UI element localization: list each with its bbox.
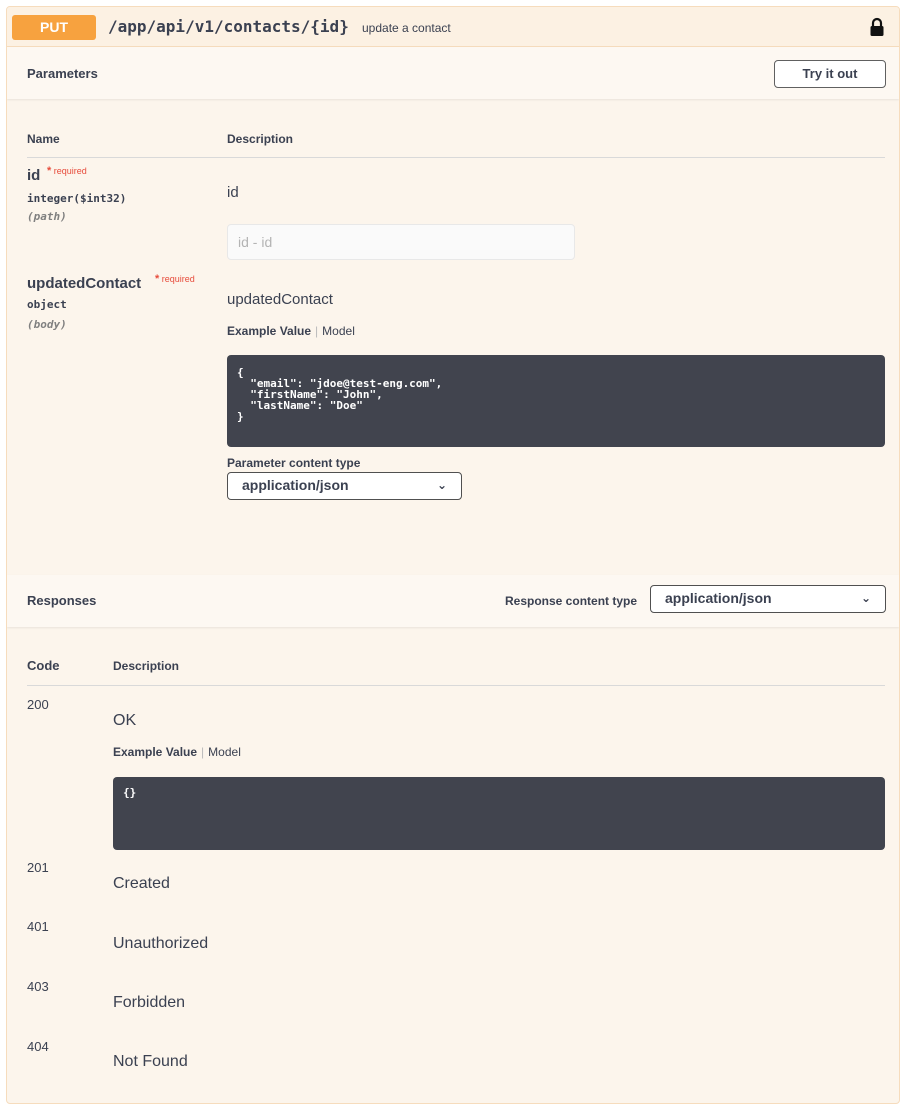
divider — [27, 157, 885, 158]
operation-block: PUT /app/api/v1/contacts/{id} update a c… — [6, 6, 900, 1104]
tab-example-value[interactable]: Example Value — [227, 324, 311, 338]
example-value-code: { "email": "jdoe@test-eng.com", "firstNa… — [227, 355, 885, 447]
column-header-description: Description — [227, 132, 294, 146]
example-model-tabs: Example Value | Model — [113, 745, 241, 759]
tab-separator: | — [201, 745, 205, 759]
operation-path: /app/api/v1/contacts/{id} — [108, 17, 349, 36]
response-example-code: {} — [113, 777, 885, 850]
required-badge: * required — [155, 273, 195, 285]
id-input[interactable] — [227, 224, 575, 260]
tab-model[interactable]: Model — [322, 324, 355, 338]
tab-separator: | — [315, 324, 319, 338]
response-description: Forbidden — [113, 994, 186, 1011]
lock-icon[interactable] — [869, 17, 885, 37]
param-description-id: id — [227, 184, 239, 201]
chevron-down-icon: ⌄ — [860, 591, 871, 605]
parameter-content-type-label: Parameter content type — [227, 456, 361, 470]
try-it-out-button[interactable]: Try it out — [774, 60, 886, 88]
response-code: 403 — [27, 979, 49, 994]
response-content-type-select[interactable]: application/json ⌄ — [650, 585, 886, 613]
response-content-type-label: Response content type — [505, 594, 638, 608]
tab-model[interactable]: Model — [208, 745, 241, 759]
required-badge: * required — [47, 165, 87, 177]
response-code: 200 — [27, 697, 49, 712]
operation-summary[interactable]: PUT /app/api/v1/contacts/{id} update a c… — [7, 7, 899, 47]
param-type-id: integer($int32) — [27, 192, 127, 205]
responses-header: Responses Response content type applicat… — [7, 575, 899, 627]
tab-example-value[interactable]: Example Value — [113, 745, 197, 759]
response-description: OK — [113, 712, 137, 729]
parameters-header: Parameters Try it out — [7, 47, 899, 99]
param-location-id: (path) — [27, 210, 67, 223]
param-type-updated-contact: object — [27, 298, 67, 311]
response-description: Not Found — [113, 1053, 188, 1070]
column-header-description: Description — [113, 659, 180, 673]
column-header-code: Code — [27, 658, 60, 673]
parameters-title: Parameters — [27, 66, 98, 81]
param-location-updated-contact: (body) — [27, 318, 67, 331]
response-code: 404 — [27, 1039, 49, 1054]
param-name-updated-contact: updatedContact — [27, 275, 142, 292]
example-model-tabs: Example Value | Model — [227, 324, 355, 338]
response-content-type-value: application/json — [665, 590, 772, 606]
responses-title: Responses — [27, 593, 97, 608]
chevron-down-icon: ⌄ — [436, 478, 447, 492]
parameter-content-type-value: application/json — [242, 477, 349, 493]
response-description: Created — [113, 875, 170, 892]
param-description-updated-contact: updatedContact — [227, 291, 333, 308]
divider — [27, 685, 885, 686]
operation-summary-text: update a contact — [362, 21, 451, 35]
response-description: Unauthorized — [113, 935, 209, 952]
response-code: 401 — [27, 919, 49, 934]
method-badge: PUT — [12, 15, 96, 40]
param-name-id: id — [27, 167, 41, 184]
column-header-name: Name — [27, 132, 60, 146]
response-code: 201 — [27, 860, 49, 875]
parameter-content-type-select[interactable]: application/json ⌄ — [227, 472, 462, 500]
